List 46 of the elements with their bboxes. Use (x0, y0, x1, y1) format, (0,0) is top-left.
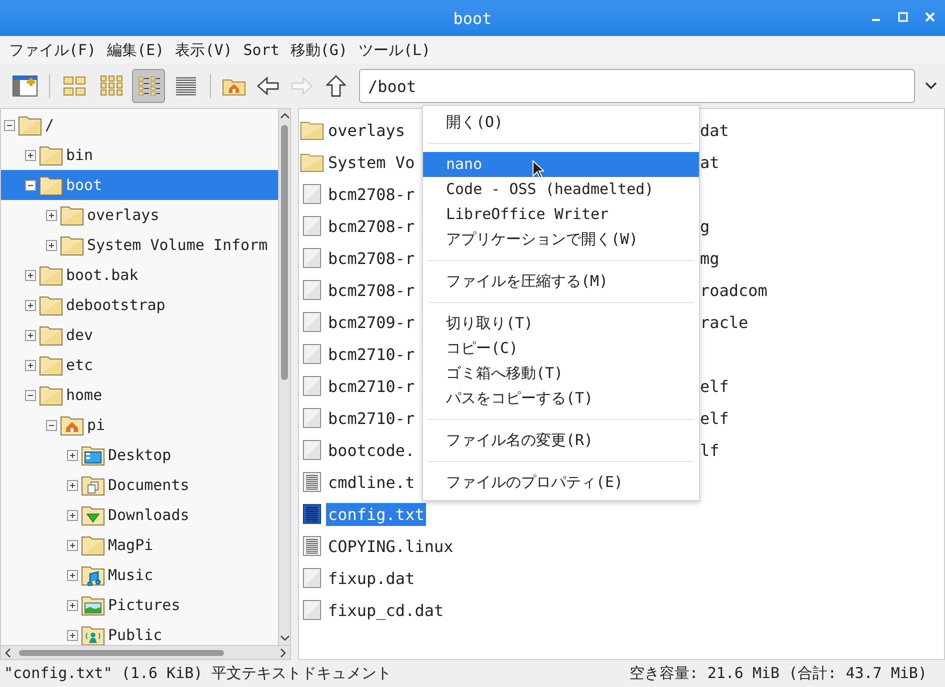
file-name: at (700, 152, 720, 172)
file-name: racle (700, 312, 748, 332)
file-name: elf (700, 408, 729, 428)
folder-name: MagPi (108, 536, 154, 554)
window-title: boot (453, 8, 492, 28)
file-name: bcm2708-r (327, 184, 416, 206)
file-name: bcm2708-r (327, 248, 416, 270)
file-name: bcm2709-r (327, 312, 416, 334)
file-name: mg (700, 248, 720, 268)
folder-name: Music (108, 566, 154, 584)
file-name: bcm2710-r (327, 376, 416, 398)
file-name: bcm2708-r (327, 216, 416, 238)
folder-name: Public (108, 626, 162, 644)
file-name: fixup.dat (327, 568, 416, 590)
status-text: "config.txt" (1.6 KiB) 平文テキストドキュメント (4, 664, 392, 683)
file-name: cmdline.t (327, 472, 416, 494)
folder-name: pi (87, 416, 106, 434)
folder-name: debootstrap (66, 296, 166, 314)
file-name: overlays (327, 120, 406, 142)
file-name: config.txt (326, 502, 426, 526)
file-name: System Vo (327, 152, 416, 174)
free-space-text: 空き容量: 21.6 MiB (合計: 43.7 MiB) (629, 664, 927, 683)
file-name: fixup_cd.dat (327, 600, 445, 622)
folder-name: Downloads (108, 506, 190, 524)
folder-name: System Volume Inform (87, 236, 268, 254)
file-name: bcm2710-r (327, 344, 416, 366)
file-name: COPYING.linux (327, 536, 454, 558)
folder-name: boot.bak (66, 266, 138, 284)
folder-name: Documents (108, 476, 190, 494)
folder-name: etc (66, 356, 94, 374)
file-name: bcm2708-r (327, 280, 416, 302)
folder-name: overlays (87, 206, 160, 224)
folder-name: boot (66, 176, 102, 194)
folder-name: Pictures (108, 596, 180, 614)
file-name: lf (700, 440, 720, 460)
file-name: dat (700, 120, 729, 140)
folder-name: dev (66, 326, 94, 344)
folder-name: / (45, 116, 54, 134)
folder-name: home (66, 386, 102, 404)
file-name: bcm2710-r (327, 408, 416, 430)
folder-name: bin (66, 146, 94, 164)
file-name: g (700, 216, 710, 236)
file-name: roadcom (700, 280, 768, 300)
file-name: bootcode. (327, 440, 416, 462)
file-name: elf (700, 376, 729, 396)
folder-name: Desktop (108, 446, 172, 464)
